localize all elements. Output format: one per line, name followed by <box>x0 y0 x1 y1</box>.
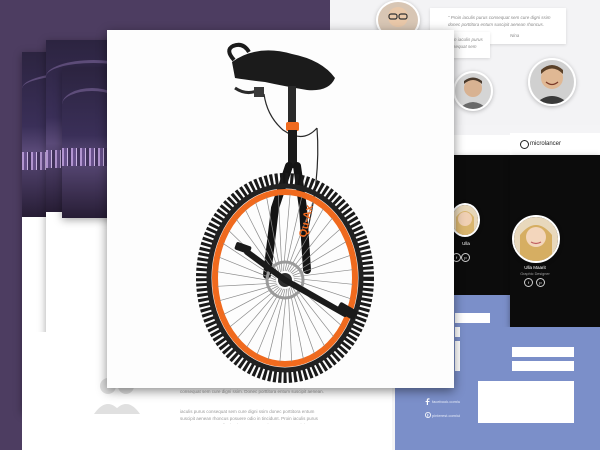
spoke <box>289 287 304 359</box>
avatar-man[interactable] <box>453 71 493 111</box>
testimonial-author: Nina <box>510 33 520 38</box>
form-input[interactable] <box>512 347 574 357</box>
product-card-unicycle[interactable]: Qu-Ax <box>107 30 454 388</box>
form-panel-front <box>460 327 600 450</box>
seat-clamp <box>286 122 299 131</box>
avatar-woman-blonde <box>512 215 560 263</box>
pinterest-icon[interactable] <box>425 412 431 418</box>
spoke <box>279 288 287 362</box>
facebook-icon[interactable] <box>425 398 430 405</box>
avatar-man-smiling[interactable] <box>528 58 576 106</box>
saddle <box>232 50 335 91</box>
unicycle-image: Qu-Ax <box>196 42 374 383</box>
avatar-portrait <box>530 60 574 104</box>
brand-logo-icon <box>520 140 529 149</box>
avatar-portrait <box>514 217 558 261</box>
brake-lever-mount <box>254 87 264 97</box>
spoke <box>256 288 284 355</box>
team-header-front: microlancer <box>510 133 600 155</box>
avatar-portrait <box>455 73 491 109</box>
spoke <box>283 194 291 272</box>
testimonial-quote: “ Proin iaculis purus consequat sem cure… <box>448 15 551 27</box>
spoke <box>287 288 293 362</box>
brand-name: microlancer <box>530 141 562 147</box>
facebook-icon[interactable]: f <box>524 278 533 287</box>
form-input[interactable] <box>512 361 574 371</box>
content-paragraph: iaculis purus consequat sem cure digni s… <box>180 409 323 424</box>
seat-post <box>288 86 296 126</box>
team-panel-front[interactable]: Ulla Maarit Graphic Designer f p <box>510 155 600 327</box>
team-member-name: Ulla Maarit <box>524 265 546 270</box>
avatar-woman-back <box>450 203 480 237</box>
pinterest-icon[interactable]: p <box>536 278 545 287</box>
team-member-role: Graphic Designer <box>520 272 550 276</box>
form-input[interactable] <box>455 313 490 323</box>
form-textarea[interactable] <box>478 381 574 423</box>
pinterest-icon[interactable]: p <box>461 253 470 262</box>
avatar-portrait <box>452 205 478 235</box>
spoke <box>277 194 283 272</box>
